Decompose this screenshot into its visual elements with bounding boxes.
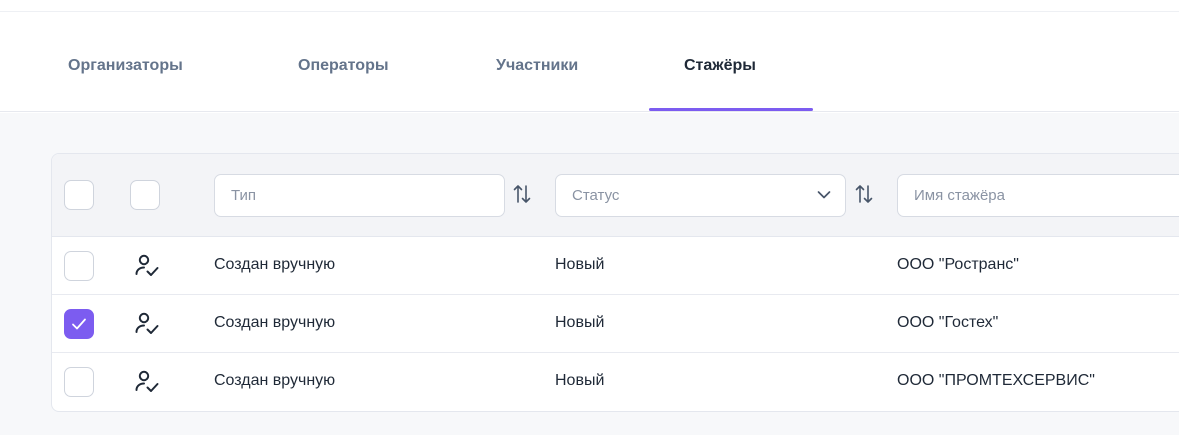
name-filter-placeholder: Имя стажёра: [914, 187, 1005, 204]
tab-bar: Организаторы Операторы Участники Стажёры: [0, 12, 1179, 112]
status-filter-select[interactable]: Статус: [555, 174, 846, 217]
name-cell: ООО "Гостех": [897, 314, 999, 331]
status-cell: Новый: [555, 256, 605, 273]
type-filter-input[interactable]: Тип: [214, 174, 505, 217]
row-checkbox[interactable]: [64, 367, 94, 397]
select-all-checkbox[interactable]: [64, 180, 94, 210]
status-cell: Новый: [555, 372, 605, 389]
sort-type-icon[interactable]: [513, 184, 531, 204]
active-tab-indicator: [649, 108, 813, 111]
row-checkbox[interactable]: [64, 309, 94, 339]
row-checkbox[interactable]: [64, 251, 94, 281]
name-cell: ООО "Ространс": [897, 256, 1019, 273]
name-cell: ООО "ПРОМТЕХСЕРВИС": [897, 372, 1095, 389]
tab-participants[interactable]: Участники: [496, 57, 578, 75]
user-check-icon: [135, 254, 159, 276]
table-row[interactable]: Создан вручную Новый ООО "Гостех": [52, 295, 1179, 353]
chevron-down-icon: [817, 191, 831, 199]
interns-table: Тип Статус Имя стажёра Создан вручную Но…: [51, 153, 1179, 412]
type-cell: Создан вручную: [214, 372, 336, 389]
user-check-icon: [135, 312, 159, 334]
sort-status-icon[interactable]: [855, 184, 873, 204]
tab-operators[interactable]: Операторы: [298, 57, 389, 75]
status-cell: Новый: [555, 314, 605, 331]
type-cell: Создан вручную: [214, 314, 336, 331]
user-check-icon: [135, 370, 159, 392]
type-filter-placeholder: Тип: [231, 187, 257, 204]
table-header: Тип Статус Имя стажёра: [52, 154, 1179, 237]
type-cell: Создан вручную: [214, 256, 336, 273]
header-icon-checkbox[interactable]: [130, 180, 160, 210]
table-row[interactable]: Создан вручную Новый ООО "ПРОМТЕХСЕРВИС": [52, 353, 1179, 411]
name-filter-input[interactable]: Имя стажёра: [897, 174, 1179, 217]
checkmark-icon: [72, 318, 86, 330]
tab-organizers[interactable]: Организаторы: [68, 57, 183, 75]
table-row[interactable]: Создан вручную Новый ООО "Ространс": [52, 237, 1179, 295]
status-filter-placeholder: Статус: [572, 187, 620, 204]
tab-interns[interactable]: Стажёры: [684, 57, 756, 75]
top-strip: [0, 0, 1179, 12]
